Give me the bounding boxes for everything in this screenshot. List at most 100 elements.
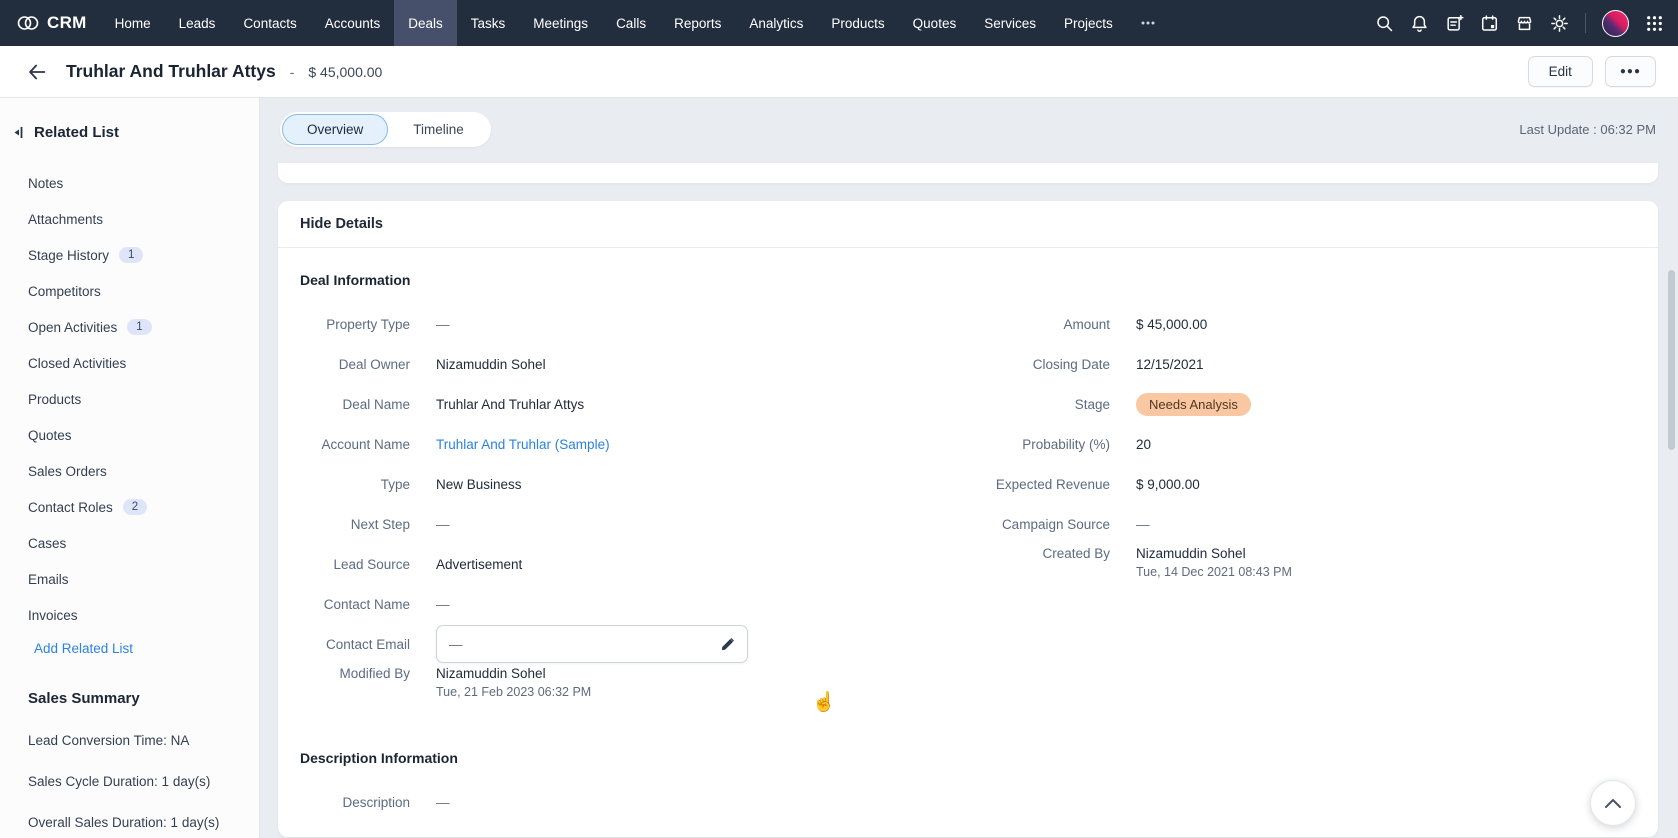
apps-grid-icon[interactable] <box>1645 14 1664 33</box>
field-campaign-source: Campaign Source — <box>900 504 1636 544</box>
nav-item-leads[interactable]: Leads <box>165 0 230 46</box>
nav-item-meetings[interactable]: Meetings <box>519 0 602 46</box>
sidebar-item-open-activities[interactable]: Open Activities1 <box>28 309 239 345</box>
field-amount: Amount $ 45,000.00 <box>900 304 1636 344</box>
count-badge: 1 <box>127 319 151 335</box>
record-amount: $ 45,000.00 <box>308 64 382 80</box>
description-information-title: Description Information <box>300 750 1636 766</box>
field-description: Description — <box>300 782 1636 822</box>
nav-item-analytics[interactable]: Analytics <box>735 0 817 46</box>
count-badge: 2 <box>123 499 147 515</box>
record-header: Truhlar And Truhlar Attys - $ 45,000.00 … <box>0 46 1678 98</box>
record-title: Truhlar And Truhlar Attys <box>66 61 276 82</box>
overall-sales-duration: Overall Sales Duration: 1 day(s) <box>28 815 239 830</box>
sales-cycle-duration: Sales Cycle Duration: 1 day(s) <box>28 774 239 789</box>
field-modified-by: Modified By Nizamuddin Sohel Tue, 21 Feb… <box>300 664 900 720</box>
nav-item-reports[interactable]: Reports <box>660 0 735 46</box>
nav-item-services[interactable]: Services <box>970 0 1050 46</box>
count-badge: 1 <box>119 247 143 263</box>
sidebar-item-invoices[interactable]: Invoices <box>28 597 239 633</box>
main-menu: Home Leads Contacts Accounts Deals Tasks… <box>101 0 1375 46</box>
field-closing-date: Closing Date 12/15/2021 <box>900 344 1636 384</box>
related-list-sidebar: Related List Notes Attachments Stage His… <box>0 98 260 838</box>
nav-item-accounts[interactable]: Accounts <box>311 0 395 46</box>
sidebar-item-closed-activities[interactable]: Closed Activities <box>28 345 239 381</box>
created-timestamp: Tue, 14 Dec 2021 08:43 PM <box>1136 565 1292 579</box>
tab-overview[interactable]: Overview <box>282 114 388 145</box>
lead-conversion-time: Lead Conversion Time: NA <box>28 733 239 748</box>
sales-summary-title: Sales Summary <box>28 690 239 707</box>
bell-icon[interactable] <box>1410 14 1429 33</box>
sidebar-item-emails[interactable]: Emails <box>28 561 239 597</box>
note-add-icon[interactable] <box>1445 14 1464 33</box>
calendar-icon[interactable] <box>1480 14 1499 33</box>
sidebar-item-sales-orders[interactable]: Sales Orders <box>28 453 239 489</box>
nav-item-tasks[interactable]: Tasks <box>457 0 520 46</box>
sidebar-item-competitors[interactable]: Competitors <box>28 273 239 309</box>
details-card: Hide Details Deal Information Property T… <box>278 201 1658 837</box>
search-icon[interactable] <box>1375 14 1394 33</box>
nav-item-quotes[interactable]: Quotes <box>899 0 971 46</box>
back-arrow-icon[interactable] <box>22 57 52 87</box>
nav-item-projects[interactable]: Projects <box>1050 0 1127 46</box>
header-actions: Edit ●●● <box>1528 56 1656 87</box>
field-contact-email: Contact Email — <box>300 624 900 664</box>
navbar-actions <box>1375 0 1664 46</box>
last-update-label: Last Update : 06:32 PM <box>1519 122 1656 137</box>
sidebar-item-products[interactable]: Products <box>28 381 239 417</box>
sidebar-item-stage-history[interactable]: Stage History1 <box>28 237 239 273</box>
title-separator: - <box>290 64 295 80</box>
field-type: Type New Business <box>300 464 900 504</box>
nav-item-contacts[interactable]: Contacts <box>229 0 310 46</box>
contact-email-input[interactable]: — <box>436 625 748 663</box>
field-created-by: Created By Nizamuddin Sohel Tue, 14 Dec … <box>900 544 1636 600</box>
nav-item-products[interactable]: Products <box>817 0 898 46</box>
zoho-rings-icon <box>16 14 40 32</box>
field-deal-name: Deal Name Truhlar And Truhlar Attys <box>300 384 900 424</box>
field-expected-revenue: Expected Revenue $ 9,000.00 <box>900 464 1636 504</box>
crm-logo[interactable]: CRM <box>10 0 101 46</box>
related-list-title: Related List <box>34 124 119 141</box>
field-probability: Probability (%) 20 <box>900 424 1636 464</box>
scroll-to-top-button[interactable] <box>1590 780 1636 826</box>
edit-pencil-icon[interactable] <box>720 637 735 652</box>
collapse-panel-icon[interactable] <box>12 125 24 140</box>
nav-item-calls[interactable]: Calls <box>602 0 660 46</box>
hide-details-toggle[interactable]: Hide Details <box>278 201 1658 248</box>
field-contact-name: Contact Name — <box>300 584 900 624</box>
field-account-name: Account Name Truhlar And Truhlar (Sample… <box>300 424 900 464</box>
account-link[interactable]: Truhlar And Truhlar (Sample) <box>436 437 610 452</box>
settings-gear-icon[interactable] <box>1550 14 1569 33</box>
stage-badge[interactable]: Needs Analysis <box>1136 393 1251 416</box>
field-deal-owner: Deal Owner Nizamuddin Sohel <box>300 344 900 384</box>
deal-info-right-column: Amount $ 45,000.00 Closing Date 12/15/20… <box>900 304 1636 720</box>
record-more-button[interactable]: ●●● <box>1605 56 1656 87</box>
vertical-scrollbar[interactable] <box>1668 270 1675 450</box>
sidebar-item-attachments[interactable]: Attachments <box>28 201 239 237</box>
store-icon[interactable] <box>1515 14 1534 33</box>
top-navbar: CRM Home Leads Contacts Accounts Deals T… <box>0 0 1678 46</box>
view-tabs: Overview Timeline <box>280 112 491 147</box>
brand-label: CRM <box>47 13 87 33</box>
record-detail-content: Overview Timeline Last Update : 06:32 PM… <box>260 98 1678 838</box>
deal-information-title: Deal Information <box>300 272 1636 288</box>
nav-item-deals[interactable]: Deals <box>394 0 457 46</box>
user-avatar[interactable] <box>1602 10 1629 37</box>
sidebar-item-notes[interactable]: Notes <box>28 165 239 201</box>
deal-info-left-column: Property Type — Deal Owner Nizamuddin So… <box>300 304 900 720</box>
field-lead-source: Lead Source Advertisement <box>300 544 900 584</box>
modified-timestamp: Tue, 21 Feb 2023 06:32 PM <box>436 685 591 699</box>
add-related-list-link[interactable]: Add Related List <box>34 641 133 656</box>
sidebar-item-quotes[interactable]: Quotes <box>28 417 239 453</box>
sidebar-item-cases[interactable]: Cases <box>28 525 239 561</box>
edit-button[interactable]: Edit <box>1528 56 1593 87</box>
divider <box>1585 13 1586 33</box>
sidebar-item-contact-roles[interactable]: Contact Roles2 <box>28 489 239 525</box>
nav-item-home[interactable]: Home <box>101 0 165 46</box>
nav-more-icon[interactable] <box>1127 0 1169 46</box>
tab-timeline[interactable]: Timeline <box>388 114 489 145</box>
scrolled-card-edge <box>278 163 1658 183</box>
field-stage: Stage Needs Analysis <box>900 384 1636 424</box>
field-next-step: Next Step — <box>300 504 900 544</box>
field-property-type: Property Type — <box>300 304 900 344</box>
